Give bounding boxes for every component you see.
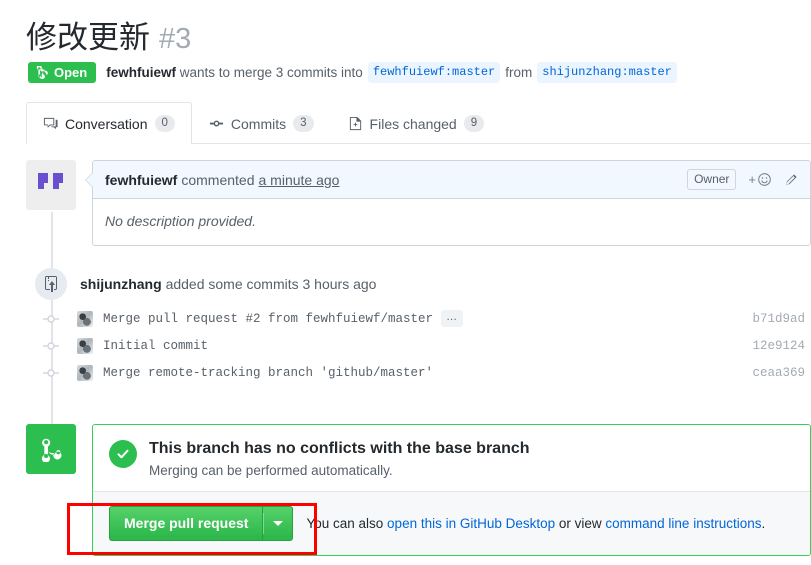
command-line-instructions-link[interactable]: command line instructions (605, 516, 761, 531)
comment-header: fewhfuiewf commented a minute ago Owner … (93, 161, 810, 199)
commit-author-avatar (77, 310, 93, 327)
git-pull-request-icon (36, 66, 49, 79)
check-icon (109, 440, 137, 468)
merge-status-title: This branch has no conflicts with the ba… (149, 440, 530, 457)
merge-action-bar: Merge pull request You can also open thi… (93, 490, 810, 556)
tab-files-changed[interactable]: Files changed 9 (331, 102, 502, 144)
commit-expand-button[interactable]: … (441, 310, 464, 327)
commit-list: Merge pull request #2 from fewhfuiewf/ma… (26, 305, 811, 386)
user-identicon-avatar (38, 173, 63, 189)
merge-status-subtitle: Merging can be performed automatically. (149, 462, 393, 478)
pr-author-name: fewhfuiewf (106, 65, 176, 80)
pr-number: #3 (159, 23, 192, 55)
comment-action: commented (181, 171, 255, 188)
pr-title-text: 修改更新 (26, 20, 150, 55)
owner-badge: Owner (687, 168, 737, 191)
commits-event-header: shijunzhang added some commits 3 hours a… (26, 268, 811, 300)
comment-timestamp[interactable]: a minute ago (259, 172, 340, 188)
tab-conversation-count: 0 (154, 115, 175, 132)
merge-note-middle: or view (555, 515, 606, 531)
git-commit-dot-icon (43, 338, 59, 354)
head-branch-chip[interactable]: shijunzhang:master (537, 62, 677, 83)
avatar[interactable] (26, 160, 76, 210)
plus-sign: + (748, 172, 756, 187)
chevron-down-icon (272, 520, 283, 526)
merge-card: This branch has no conflicts with the ba… (92, 424, 811, 557)
status-badge: Open (28, 62, 97, 83)
merge-note-prefix: You can also (306, 515, 388, 531)
git-commit-icon (209, 116, 224, 131)
commit-author-avatar (77, 337, 93, 354)
merge-help-text: You can also open this in GitHub Desktop… (306, 516, 765, 531)
commit-message[interactable]: Merge pull request #2 from fewhfuiewf/ma… (103, 312, 433, 326)
tab-conversation-label: Conversation (65, 115, 148, 132)
merge-pull-request-button[interactable]: Merge pull request (109, 505, 263, 542)
comment-author[interactable]: fewhfuiewf (105, 172, 177, 188)
pr-meta: Open fewhfuiewf wants to merge 3 commits… (28, 62, 682, 83)
merge-action-text: wants to merge 3 commits into (179, 65, 363, 80)
tab-commits[interactable]: Commits 3 (192, 102, 331, 144)
tab-conversation[interactable]: Conversation 0 (26, 102, 192, 144)
merge-button-group: Merge pull request (109, 505, 294, 542)
github-desktop-link[interactable]: open this in GitHub Desktop (387, 516, 555, 531)
commit-author-avatar (77, 364, 93, 381)
pull-request-page: 修改更新 #3 Open fewhfuiewf wants to merge 3… (0, 0, 811, 565)
tab-files-changed-count: 9 (463, 115, 485, 132)
commit-sha[interactable]: b71d9ad (752, 312, 805, 326)
commit-sha[interactable]: ceaa369 (752, 366, 805, 380)
table-row: Initial commit 12e9124 (26, 332, 811, 359)
commits-event-block: shijunzhang added some commits 3 hours a… (26, 268, 811, 386)
table-row: Merge remote-tracking branch 'github/mas… (26, 359, 811, 386)
diff-icon (348, 116, 363, 131)
comment-card: fewhfuiewf commented a minute ago Owner … (85, 160, 811, 246)
page-title: 修改更新 #3 (26, 12, 191, 57)
merge-note-suffix: . (761, 515, 766, 531)
comment-block: fewhfuiewf commented a minute ago Owner … (26, 160, 811, 246)
git-merge-icon (26, 424, 76, 474)
commit-message[interactable]: Initial commit (103, 339, 208, 353)
commits-event-text: shijunzhang added some commits 3 hours a… (80, 276, 376, 292)
base-branch-chip[interactable]: fewhfuiewf:master (367, 62, 501, 83)
tab-files-changed-label: Files changed (369, 115, 457, 132)
merge-status-text: This branch has no conflicts with the ba… (149, 439, 530, 478)
tab-commits-label: Commits (230, 115, 287, 132)
merge-description: fewhfuiewf wants to merge 3 commits into (106, 65, 363, 80)
tab-commits-count: 3 (293, 115, 314, 132)
merge-section: This branch has no conflicts with the ba… (26, 424, 811, 557)
git-commit-dot-icon (43, 365, 59, 381)
status-badge-label: Open (54, 65, 88, 80)
pr-timeline: fewhfuiewf commented a minute ago Owner … (26, 160, 811, 452)
comment-discussion-icon (43, 116, 58, 131)
commits-event-author[interactable]: shijunzhang (80, 276, 162, 292)
repo-push-icon (35, 268, 67, 300)
commits-event-description: added some commits 3 hours ago (165, 276, 377, 292)
table-row: Merge pull request #2 from fewhfuiewf/ma… (26, 305, 811, 332)
merge-dropdown-button[interactable] (262, 505, 294, 542)
pr-tabs: Conversation 0 Commits 3 Files changed 9 (26, 101, 811, 144)
commit-sha[interactable]: 12e9124 (752, 339, 805, 353)
comment-body: No description provided. (105, 213, 256, 229)
pencil-icon[interactable] (784, 173, 798, 187)
merge-status: This branch has no conflicts with the ba… (93, 425, 810, 491)
git-commit-dot-icon (43, 311, 59, 327)
add-reaction-icon[interactable]: + (748, 172, 772, 187)
commit-message[interactable]: Merge remote-tracking branch 'github/mas… (103, 366, 433, 380)
from-label: from (505, 65, 533, 80)
